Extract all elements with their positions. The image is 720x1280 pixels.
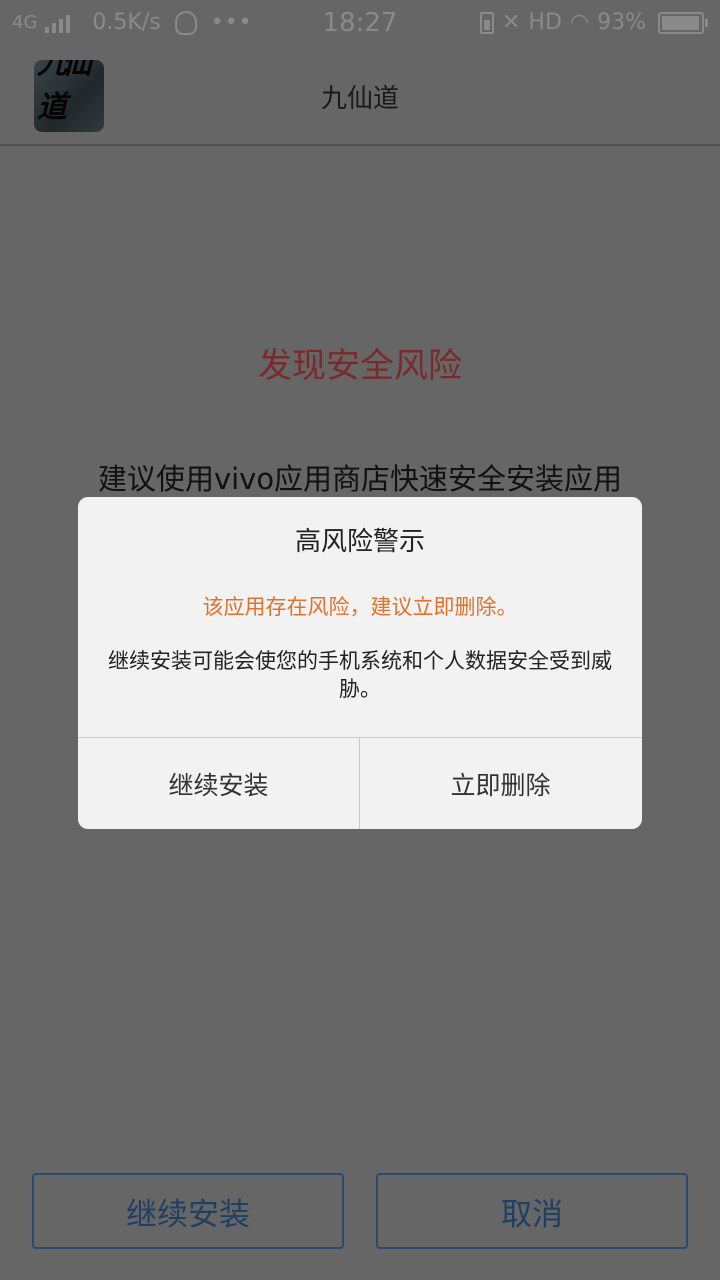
app-name: 九仙道 (320, 84, 399, 114)
dialog-delete-now-button[interactable]: 立即删除 (360, 738, 641, 829)
cancel-button[interactable]: 取消 (376, 1173, 688, 1249)
wifi-icon: ◠ (569, 10, 590, 35)
app-header: 九仙道 九仙道 (0, 48, 720, 146)
hd-indicator: HD (528, 10, 562, 35)
high-risk-dialog: 高风险警示 该应用存在风险，建议立即删除。 继续安装可能会使您的手机系统和个人数… (78, 497, 642, 829)
store-suggestion: 建议使用vivo应用商店快速安全安装应用 (97, 462, 623, 496)
continue-install-button[interactable]: 继续安装 (32, 1173, 344, 1249)
dialog-body: 继续安装可能会使您的手机系统和个人数据安全受到威胁。 (108, 649, 612, 701)
risk-title: 发现安全风险 (258, 346, 462, 386)
battery-percent: 93% (597, 10, 646, 35)
dialog-title: 高风险警示 (294, 527, 425, 557)
status-bar: 4G 0.5K/s ••• 18:27 ✕ HD ◠ 93% (0, 0, 720, 48)
dialog-warning: 该应用存在风险，建议立即删除。 (202, 595, 518, 619)
battery-icon (658, 11, 708, 34)
battery-charging-icon (479, 11, 494, 34)
mute-icon: ✕ (501, 10, 521, 35)
status-right: ✕ HD ◠ 93% (479, 10, 708, 35)
dialog-continue-install-button[interactable]: 继续安装 (78, 738, 359, 829)
